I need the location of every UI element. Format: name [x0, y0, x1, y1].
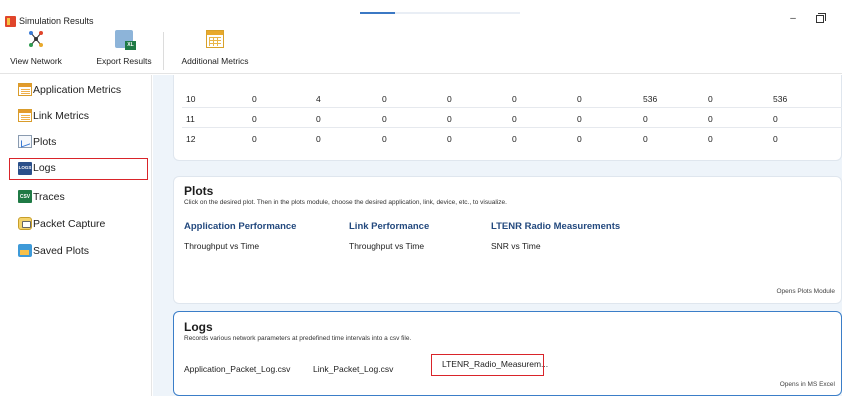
title-bar: Simulation Results – [0, 0, 842, 30]
sidebar-item-link-metrics[interactable]: Link Metrics [10, 106, 148, 126]
logs-section-description: Records various network parameters at pr… [184, 335, 412, 342]
table-icon [18, 109, 32, 122]
ltenr-radio-measurements-heading: LTENR Radio Measurements [491, 221, 621, 232]
table-row[interactable]: 12 0 0 0 0 0 0 0 0 0 [174, 128, 842, 148]
plots-section-title: Plots [184, 184, 214, 198]
snr-plot-link[interactable]: SNR vs Time [491, 241, 541, 251]
table-cell: 0 [512, 94, 517, 104]
table-cell: 0 [447, 114, 452, 124]
window-title: Simulation Results [19, 16, 94, 26]
table-cell: 10 [186, 94, 196, 104]
link-throughput-plot-link[interactable]: Throughput vs Time [349, 241, 424, 251]
link-packet-log-link[interactable]: Link_Packet_Log.csv [313, 364, 393, 374]
table-cell: 4 [316, 94, 321, 104]
table-cell: 0 [643, 134, 648, 144]
opens-in-excel-note: Opens in MS Excel [779, 381, 835, 388]
table-cell: 0 [447, 134, 452, 144]
main-panel[interactable]: 10 0 4 0 0 0 0 536 0 536 11 0 0 0 0 0 0 … [153, 75, 842, 396]
opens-plots-module-note: Opens Plots Module [776, 288, 835, 295]
sidebar-item-label: Link Metrics [33, 110, 90, 122]
view-network-label: View Network [10, 56, 62, 66]
logs-section-title: Logs [184, 320, 213, 334]
table-cell: 12 [186, 134, 196, 144]
export-results-label: Export Results [96, 56, 152, 66]
restore-icon[interactable] [816, 13, 826, 23]
ltenr-radio-measurements-log-link[interactable]: LTENR_Radio_Measurem... [431, 354, 548, 376]
sidebar-item-label: Logs [33, 162, 56, 174]
table-cell: 0 [252, 94, 257, 104]
export-results-button[interactable]: Export Results [94, 30, 154, 72]
logs-icon [18, 162, 32, 175]
sidebar: Application Metrics Link Metrics Plots L… [0, 75, 152, 396]
table-cell: 0 [577, 114, 582, 124]
minimize-icon[interactable]: – [788, 14, 798, 24]
app-icon [5, 16, 16, 27]
table-cell: 0 [773, 134, 778, 144]
packet-capture-icon [18, 217, 32, 230]
loading-progress-fill [360, 12, 396, 14]
table-cell: 0 [382, 134, 387, 144]
ribbon-toolbar: View Network Export Results Additional M… [0, 30, 842, 74]
application-throughput-plot-link[interactable]: Throughput vs Time [184, 241, 259, 251]
sidebar-item-packet-capture[interactable]: Packet Capture [10, 214, 148, 234]
metrics-table-card: 10 0 4 0 0 0 0 536 0 536 11 0 0 0 0 0 0 … [173, 75, 842, 161]
loading-progress-bar [360, 12, 520, 14]
table-cell: 0 [708, 114, 713, 124]
sidebar-item-label: Packet Capture [33, 218, 106, 230]
table-cell: 0 [577, 94, 582, 104]
table-cell: 0 [252, 114, 257, 124]
table-icon [18, 83, 32, 96]
excel-export-icon [115, 30, 136, 50]
table-cell: 0 [316, 114, 321, 124]
sidebar-item-application-metrics[interactable]: Application Metrics [10, 80, 148, 100]
logs-card: Logs Records various network parameters … [173, 311, 842, 396]
table-row[interactable]: 10 0 4 0 0 0 0 536 0 536 [174, 88, 842, 108]
additional-metrics-label: Additional Metrics [181, 56, 249, 66]
sidebar-item-plots[interactable]: Plots [10, 132, 148, 152]
csv-icon [18, 190, 32, 203]
table-cell: 0 [643, 114, 648, 124]
table-row[interactable]: 11 0 0 0 0 0 0 0 0 0 [174, 108, 842, 128]
sidebar-item-traces[interactable]: Traces [10, 187, 148, 207]
saved-plots-icon [18, 244, 32, 257]
plots-card: Plots Click on the desired plot. Then in… [173, 176, 842, 304]
link-performance-heading: Link Performance [349, 221, 430, 232]
table-cell: 0 [773, 114, 778, 124]
table-cell: 11 [186, 114, 195, 124]
plots-section-description: Click on the desired plot. Then in the p… [184, 199, 507, 206]
application-packet-log-link[interactable]: Application_Packet_Log.csv [184, 364, 290, 374]
application-performance-heading: Application Performance [184, 221, 297, 232]
sidebar-item-label: Traces [33, 191, 65, 203]
plot-icon [18, 135, 32, 148]
network-icon [27, 30, 45, 48]
table-cell: 0 [577, 134, 582, 144]
sidebar-item-label: Saved Plots [33, 245, 90, 257]
table-cell: 0 [382, 94, 387, 104]
table-cell: 0 [316, 134, 321, 144]
sidebar-item-label: Application Metrics [33, 84, 122, 96]
table-cell: 0 [382, 114, 387, 124]
table-cell: 0 [512, 134, 517, 144]
sidebar-item-label: Plots [33, 136, 57, 148]
additional-metrics-button[interactable]: Additional Metrics [173, 30, 257, 72]
table-cell: 0 [447, 94, 452, 104]
table-cell: 0 [708, 94, 713, 104]
table-cell: 0 [708, 134, 713, 144]
table-cell: 536 [773, 94, 788, 104]
ribbon-divider [163, 32, 164, 70]
view-network-button[interactable]: View Network [6, 30, 66, 72]
sidebar-item-logs[interactable]: Logs [9, 158, 148, 180]
sidebar-item-saved-plots[interactable]: Saved Plots [10, 241, 148, 261]
table-cell: 0 [252, 134, 257, 144]
table-cell: 0 [512, 114, 517, 124]
additional-metrics-icon [206, 30, 224, 48]
table-cell: 536 [643, 94, 658, 104]
